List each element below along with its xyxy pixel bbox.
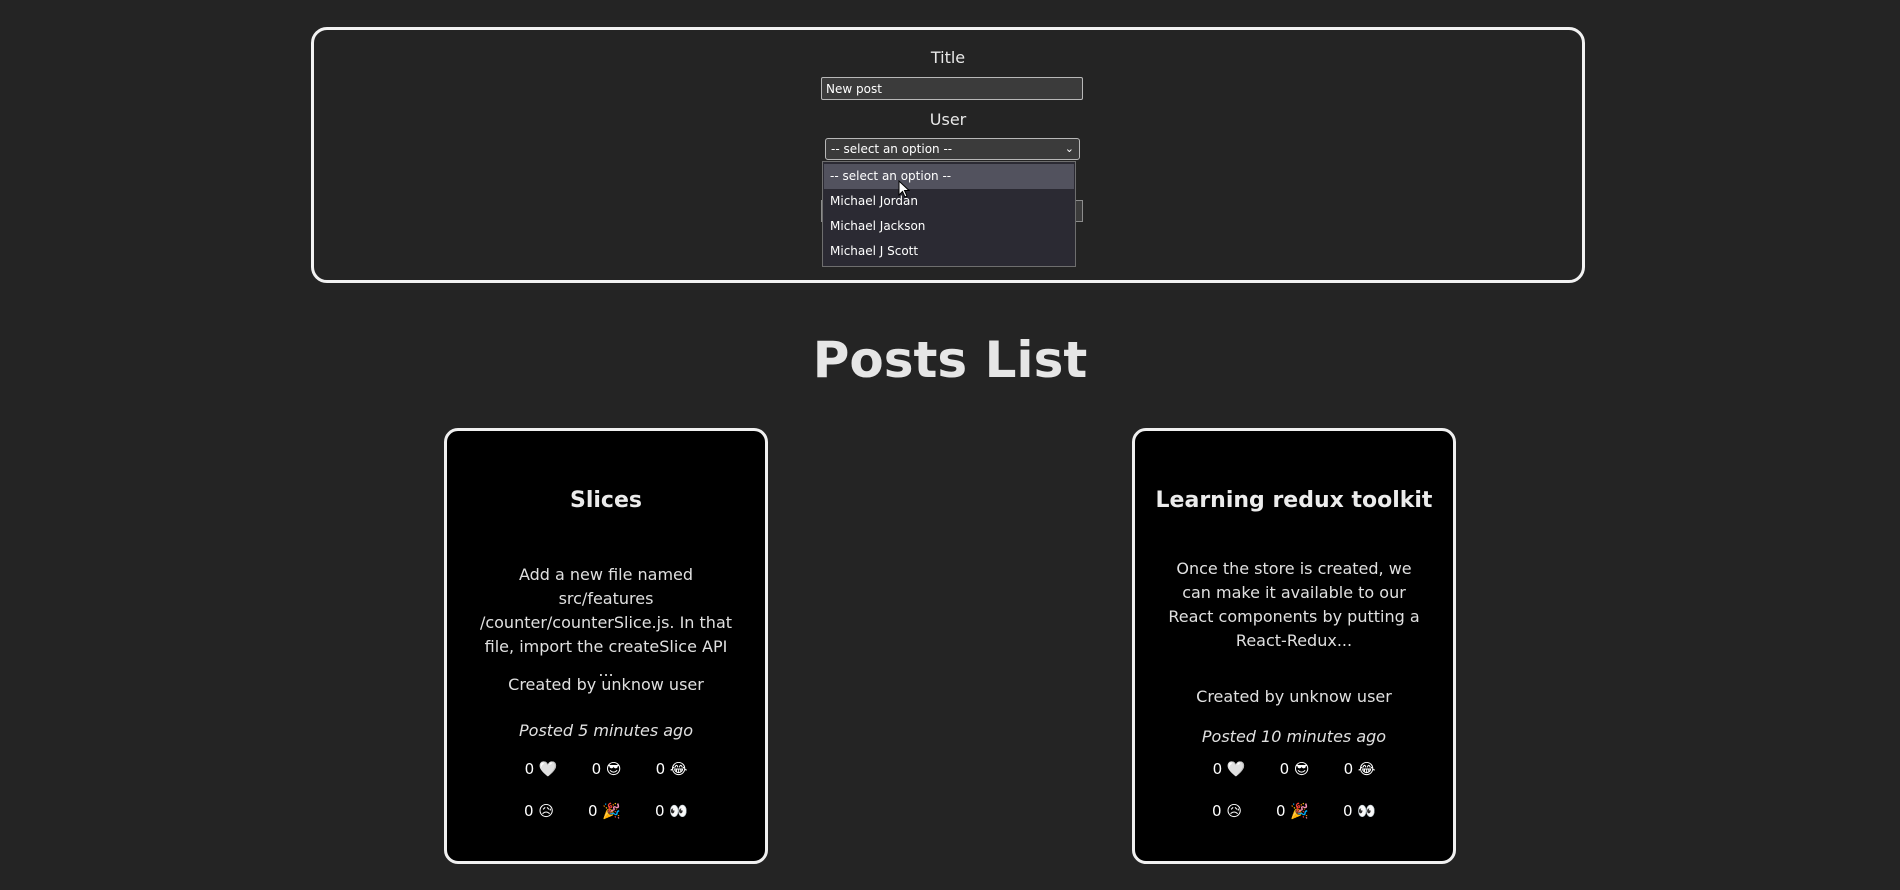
- user-dropdown-list: -- select an option -- Michael Jordan Mi…: [822, 161, 1076, 267]
- sunglasses-face-icon: 😎: [1293, 760, 1310, 778]
- title-input[interactable]: [821, 77, 1083, 100]
- page: Title User -- select an option -- ⌄ -- s…: [0, 0, 1900, 890]
- post-card: Learning redux toolkit Once the store is…: [1132, 428, 1456, 864]
- reaction-row: 0 😥 0 🎉 0 👀: [1135, 802, 1453, 820]
- post-excerpt: Once the store is created, we can make i…: [1168, 559, 1420, 650]
- reaction-laugh-button[interactable]: 0 😂: [1344, 760, 1376, 778]
- post-card: Slices Add a new file named src/features…: [444, 428, 768, 864]
- laughing-face-icon: 😂: [669, 760, 688, 778]
- reaction-party-button[interactable]: 0 🎉: [1276, 802, 1309, 820]
- user-select-value: -- select an option --: [831, 142, 953, 156]
- post-author: Created by unknow user: [508, 675, 704, 694]
- reaction-laugh-button[interactable]: 0 😂: [656, 760, 688, 778]
- post-excerpt: Add a new file named src/features /count…: [479, 565, 733, 680]
- posts-list-heading: Posts List: [812, 331, 1088, 389]
- user-label: User: [929, 110, 967, 129]
- reaction-cool-button[interactable]: 0 😎: [592, 760, 622, 778]
- reaction-heart-button[interactable]: 0 🤍: [525, 760, 558, 778]
- party-popper-icon: 🎉: [1290, 802, 1309, 820]
- post-title: Learning redux toolkit: [1155, 488, 1433, 513]
- post-title: Slices: [570, 488, 642, 513]
- party-popper-icon: 🎉: [602, 802, 621, 820]
- reaction-cool-button[interactable]: 0 😎: [1280, 760, 1310, 778]
- sad-face-icon: 😥: [538, 802, 554, 820]
- sunglasses-face-icon: 😎: [605, 760, 622, 778]
- user-select[interactable]: -- select an option -- ⌄: [825, 138, 1080, 160]
- reaction-party-button[interactable]: 0 🎉: [588, 802, 621, 820]
- post-timestamp: Posted 5 minutes ago: [519, 721, 693, 740]
- user-option-placeholder[interactable]: -- select an option --: [824, 164, 1074, 189]
- user-option-michael-jackson[interactable]: Michael Jackson: [824, 214, 1074, 239]
- post-author: Created by unknow user: [1196, 687, 1392, 706]
- reaction-row: 0 🤍 0 😎 0 😂: [447, 760, 765, 778]
- reaction-eyes-button[interactable]: 0 👀: [655, 802, 688, 820]
- user-option-michael-j-scott[interactable]: Michael J Scott: [824, 239, 1074, 264]
- chevron-down-icon: ⌄: [1064, 142, 1074, 155]
- reaction-eyes-button[interactable]: 0 👀: [1343, 802, 1376, 820]
- eyes-icon: 👀: [669, 802, 688, 820]
- sad-face-icon: 😥: [1226, 802, 1242, 820]
- reaction-row: 0 🤍 0 😎 0 😂: [1135, 760, 1453, 778]
- reaction-sad-button[interactable]: 0 😥: [1212, 802, 1242, 820]
- reaction-sad-button[interactable]: 0 😥: [524, 802, 554, 820]
- heart-icon: 🤍: [538, 760, 558, 778]
- title-label: Title: [930, 48, 966, 67]
- user-option-michael-jordan[interactable]: Michael Jordan: [824, 189, 1074, 214]
- mouse-cursor-icon: [898, 180, 910, 198]
- eyes-icon: 👀: [1357, 802, 1376, 820]
- reaction-row: 0 😥 0 🎉 0 👀: [447, 802, 765, 820]
- laughing-face-icon: 😂: [1357, 760, 1376, 778]
- heart-icon: 🤍: [1226, 760, 1246, 778]
- reaction-heart-button[interactable]: 0 🤍: [1213, 760, 1246, 778]
- post-timestamp: Posted 10 minutes ago: [1201, 727, 1387, 746]
